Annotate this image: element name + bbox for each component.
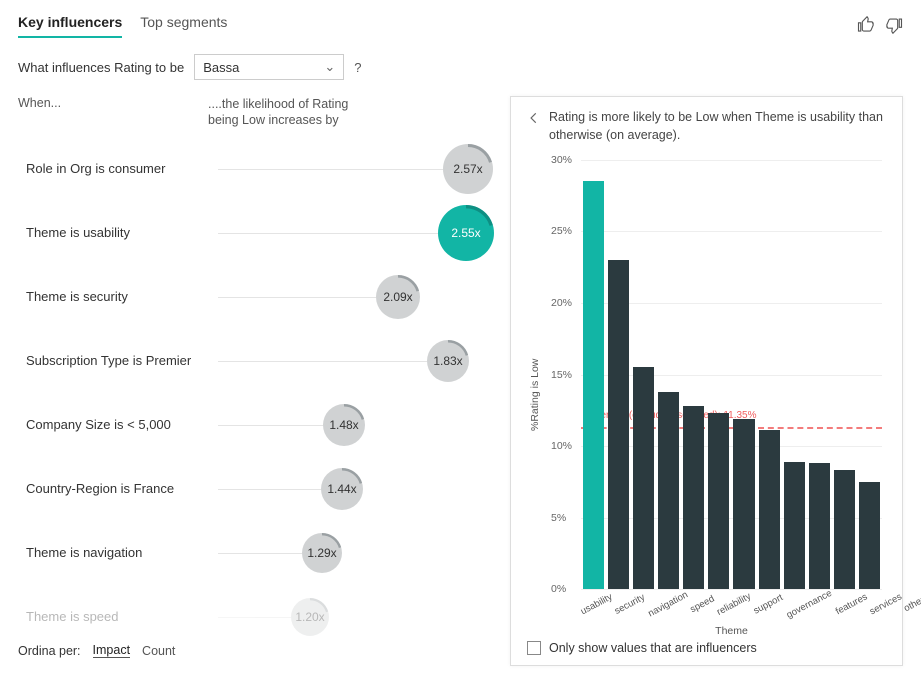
chart-bar[interactable] [708,413,729,589]
y-tick: 5% [551,512,566,524]
influencer-bubble[interactable]: 2.55x [438,205,494,261]
chart: 0%5%10%15%20%25%30% Average (excluding s… [547,154,886,635]
influencers-list[interactable]: Role in Org is consumer 2.57x Theme is usa… [18,137,498,667]
sort-count[interactable]: Count [142,644,175,658]
influencer-bubble[interactable]: 2.09x [376,275,420,319]
influencer-row[interactable]: Country-Region is France 1.44x [18,457,498,521]
chart-bar[interactable] [583,181,604,589]
influencer-label: Country-Region is France [18,481,218,496]
chart-bar[interactable] [683,406,704,589]
sort-impact[interactable]: Impact [93,643,131,658]
influencer-row[interactable]: Theme is security 2.09x [18,265,498,329]
dropdown-value: Bassa [203,60,239,75]
x-tick: other [905,589,921,635]
influencer-row[interactable]: Theme is usability 2.55x [18,201,498,265]
chart-bar[interactable] [658,392,679,589]
y-tick: 20% [551,297,572,309]
chart-bar[interactable] [733,419,754,589]
influencer-bubble[interactable]: 1.48x [323,404,365,446]
influencer-label: Theme is speed [18,609,218,624]
influencer-label: Theme is usability [18,225,218,240]
only-influencers-label: Only show values that are influencers [549,641,757,655]
column-when: When... [18,96,208,129]
influencer-bubble[interactable]: 1.83x [427,340,469,382]
influencer-label: Company Size is < 5,000 [18,417,218,432]
question-prefix: What influences Rating to be [18,60,184,75]
chart-bar[interactable] [784,462,805,589]
tab-key-influencers[interactable]: Key influencers [18,14,122,38]
chart-bar[interactable] [834,470,855,589]
influencer-row[interactable]: Subscription Type is Premier 1.83x [18,329,498,393]
column-likelihood: ....the likelihood of Rating being Low i… [208,96,368,129]
influencer-label: Subscription Type is Premier [18,353,218,368]
y-tick: 10% [551,440,572,452]
insight-title: Rating is more likely to be Low when The… [549,109,886,144]
only-influencers-checkbox[interactable] [527,641,541,655]
influencer-label: Theme is navigation [18,545,218,560]
influencer-row[interactable]: Theme is speed 1.20x [18,585,498,649]
influencer-label: Theme is security [18,289,218,304]
influencer-row[interactable]: Role in Org is consumer 2.57x [18,137,498,201]
influencer-bubble[interactable]: 2.57x [443,144,493,194]
y-axis-label: %Rating is Low [527,154,541,635]
influencer-label: Role in Org is consumer [18,161,218,176]
chart-bar[interactable] [759,430,780,589]
chevron-down-icon: ⌄ [324,59,335,75]
influencer-row[interactable]: Company Size is < 5,000 1.48x [18,393,498,457]
chart-bar[interactable] [608,260,629,589]
x-axis-label: Theme [581,625,882,637]
chart-bar[interactable] [809,463,830,589]
y-tick: 25% [551,225,572,237]
influencer-row[interactable]: Theme is navigation 1.29x [18,521,498,585]
thumbs-down-icon[interactable] [885,16,903,37]
y-tick: 0% [551,583,566,595]
value-dropdown[interactable]: Bassa ⌄ [194,54,344,80]
influencer-bubble[interactable]: 1.29x [302,533,342,573]
y-tick: 15% [551,369,572,381]
chart-bar[interactable] [633,367,654,589]
sort-label: Ordina per: [18,644,81,658]
thumbs-up-icon[interactable] [857,16,875,37]
help-icon[interactable]: ? [354,60,361,75]
influencer-bubble[interactable]: 1.20x [291,598,329,636]
influencer-bubble[interactable]: 1.44x [321,468,363,510]
back-arrow-icon[interactable] [527,109,541,131]
chart-bar[interactable] [859,482,880,589]
tab-top-segments[interactable]: Top segments [140,14,227,38]
y-tick: 30% [551,154,572,166]
